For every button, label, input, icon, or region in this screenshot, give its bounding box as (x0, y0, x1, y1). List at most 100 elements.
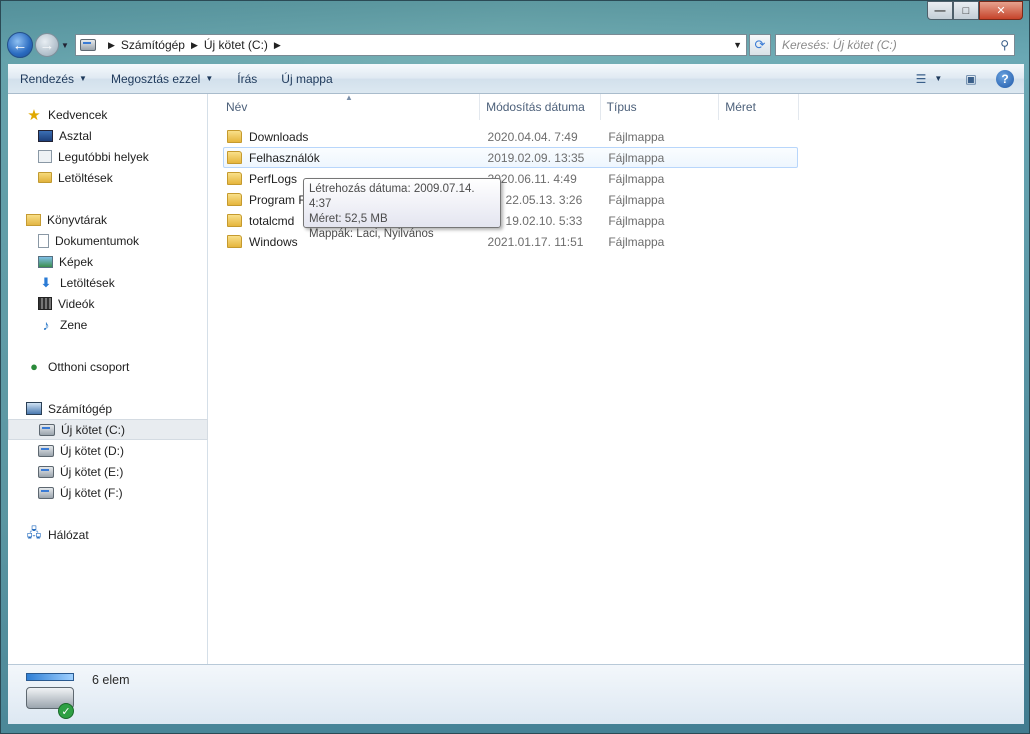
back-button[interactable]: ← (7, 32, 33, 58)
sidebar-item-homegroup[interactable]: ● Otthoni csoport (8, 356, 208, 377)
column-header-date[interactable]: Módosítás dátuma (480, 94, 601, 120)
sidebar-item-label: Letöltések (58, 170, 113, 185)
breadcrumb-separator-icon[interactable]: ▶ (274, 40, 281, 51)
file-type: Fájlmappa (608, 213, 665, 228)
refresh-button[interactable]: ⟳ (749, 34, 771, 56)
minimize-button[interactable]: — (927, 1, 953, 20)
file-row[interactable]: Felhasználók 2019.02.09. 13:35 Fájlmappa (223, 147, 798, 168)
file-type: Fájlmappa (608, 129, 665, 144)
file-date: 22.05.13. 3:26 (505, 192, 583, 207)
sidebar-item-label: Új kötet (F:) (60, 485, 123, 500)
sidebar-item-desktop[interactable]: Asztal (8, 125, 208, 146)
checkmark-icon: ✓ (58, 703, 74, 719)
new-folder-label: Új mappa (281, 71, 333, 86)
file-name: Windows (249, 234, 298, 249)
sidebar-item-pictures[interactable]: Képek (8, 251, 208, 272)
close-button[interactable]: ✕ (979, 1, 1023, 20)
sidebar-item-label: Új kötet (E:) (60, 464, 124, 479)
folder-icon (227, 214, 242, 227)
search-icon[interactable]: ⚲ (1000, 38, 1009, 52)
sidebar-item-library-downloads[interactable]: ⬇ Letöltések (8, 272, 208, 293)
column-header-label: Módosítás dátuma (486, 100, 585, 114)
navigation-row: ← → ▼ ▶ Számítógép ▶ Új kötet (C:) ▶ ▼ ⟳… (7, 31, 1025, 59)
sidebar-item-label: Zene (60, 317, 88, 332)
desktop-icon (38, 129, 53, 142)
sidebar-item-network[interactable]: 🖧 Hálózat (8, 524, 208, 545)
drive-icon (38, 486, 54, 499)
recent-places-icon (38, 150, 52, 163)
sidebar-item-libraries[interactable]: Könyvtárak (8, 209, 208, 230)
organize-button[interactable]: Rendezés ▼ (8, 64, 99, 93)
organize-label: Rendezés (20, 71, 75, 86)
preview-pane-icon: ▣ (965, 71, 977, 86)
recent-pages-dropdown[interactable]: ▼ (61, 41, 71, 50)
forward-button[interactable]: → (35, 33, 59, 57)
file-name: Felhasználók (249, 150, 320, 165)
search-placeholder: Keresés: Új kötet (C:) (782, 38, 897, 52)
sidebar-item-videos[interactable]: Videók (8, 293, 208, 314)
sidebar-item-label: Legutóbbi helyek (58, 149, 149, 164)
file-date: 2020.06.11. 4:49 (487, 171, 577, 186)
forward-arrow-icon: → (39, 36, 55, 54)
command-bar: Rendezés ▼ Megosztás ezzel ▼ Írás Új map… (8, 64, 1024, 94)
column-header-size[interactable]: Méret (719, 94, 799, 120)
column-header-type[interactable]: Típus (601, 94, 720, 120)
file-date: 2020.04.04. 7:49 (487, 129, 578, 144)
chevron-down-icon: ▼ (79, 74, 87, 83)
breadcrumb-drive-c[interactable]: Új kötet (C:) (204, 38, 268, 52)
file-date: 2019.02.09. 13:35 (487, 150, 585, 165)
share-label: Megosztás ezzel (110, 71, 201, 86)
downloads-folder-icon (38, 172, 52, 183)
address-dropdown-icon[interactable]: ▼ (733, 40, 742, 50)
sidebar-item-drive-d[interactable]: Új kötet (D:) (8, 440, 208, 461)
sidebar-item-drive-c[interactable]: Új kötet (C:) (8, 419, 208, 440)
search-input[interactable]: Keresés: Új kötet (C:) ⚲ (775, 34, 1015, 56)
maximize-button[interactable]: □ (953, 1, 979, 20)
homegroup-group: ● Otthoni csoport (8, 356, 208, 377)
refresh-icon: ⟳ (754, 37, 766, 52)
libraries-group: Könyvtárak Dokumentumok Képek ⬇ Letöltés… (8, 209, 208, 335)
sidebar-item-label: Új kötet (D:) (60, 443, 125, 458)
folder-icon (227, 151, 242, 164)
new-folder-button[interactable]: Új mappa (269, 64, 344, 93)
breadcrumb-computer[interactable]: Számítógép (121, 38, 185, 52)
sidebar-item-drive-e[interactable]: Új kötet (E:) (8, 461, 208, 482)
view-options-button[interactable]: ☰ ▼ (916, 68, 943, 90)
sidebar-item-drive-f[interactable]: Új kötet (F:) (8, 482, 208, 503)
address-bar[interactable]: ▶ Számítógép ▶ Új kötet (C:) ▶ ▼ (75, 34, 747, 56)
network-icon: 🖧 (26, 524, 42, 540)
toolbar-right: ☰ ▼ ▣ ? (908, 64, 1018, 93)
sidebar-item-computer[interactable]: Számítógép (8, 398, 208, 419)
help-button[interactable]: ? (992, 68, 1018, 90)
breadcrumb-separator-icon[interactable]: ▶ (191, 40, 198, 51)
burn-button[interactable]: Írás (225, 64, 269, 93)
document-icon (38, 233, 49, 248)
drive-icon (39, 423, 55, 436)
column-headers: ▲ Név Módosítás dátuma Típus Méret (209, 93, 799, 120)
help-icon: ? (996, 69, 1014, 88)
sidebar-item-downloads[interactable]: Letöltések (8, 167, 208, 188)
breadcrumb-separator-icon[interactable]: ▶ (108, 40, 115, 51)
network-group: 🖧 Hálózat (8, 524, 208, 545)
details-pane: ✓ 6 elem (8, 664, 1024, 724)
sidebar-item-recent-places[interactable]: Legutóbbi helyek (8, 146, 208, 167)
share-with-button[interactable]: Megosztás ezzel ▼ (99, 64, 225, 93)
column-header-label: Név (226, 100, 248, 114)
computer-group: Számítógép Új kötet (C:) Új kötet (D:) Ú… (8, 398, 208, 503)
sidebar-item-label: Dokumentumok (55, 233, 140, 248)
tooltip-folders: Mappák: Laci, Nyilvános (309, 228, 434, 240)
column-header-name[interactable]: ▲ Név (209, 93, 481, 120)
sidebar-item-music[interactable]: ♪ Zene (8, 314, 208, 335)
sidebar-item-documents[interactable]: Dokumentumok (8, 230, 208, 251)
back-arrow-icon: ← (12, 36, 28, 54)
sidebar-item-favorites[interactable]: ★ Kedvencek (8, 104, 208, 125)
drive-icon (38, 465, 54, 478)
file-name: Downloads (249, 129, 309, 144)
file-row[interactable]: Downloads 2020.04.04. 7:49 Fájlmappa (223, 126, 798, 147)
sidebar-item-label: Videók (58, 296, 95, 311)
preview-pane-button[interactable]: ▣ (958, 68, 984, 90)
folder-info-tooltip: Létrehozás dátuma: 2009.07.14. 4:37 Mére… (303, 178, 501, 240)
sidebar-item-label: Új kötet (C:) (61, 422, 126, 437)
file-type: Fájlmappa (608, 171, 665, 186)
folder-icon (227, 172, 242, 185)
